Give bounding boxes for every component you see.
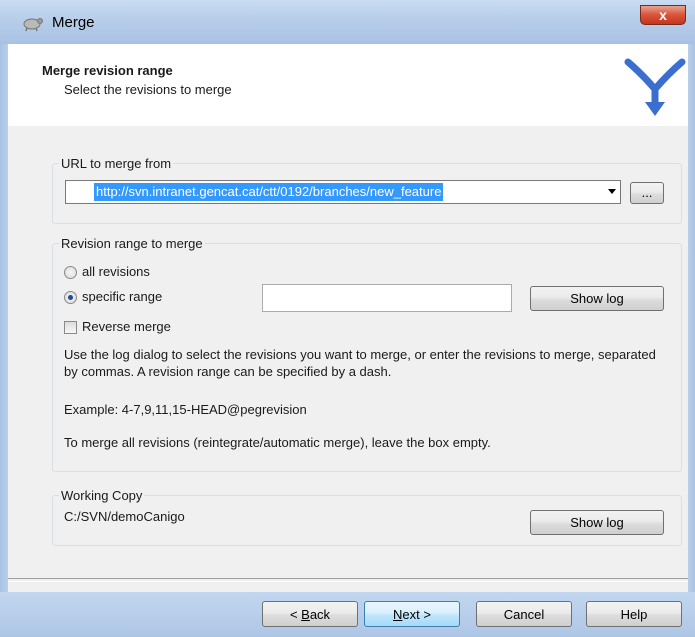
- help-text-example: Example: 4-7,9,11,15-HEAD@pegrevision: [64, 402, 307, 417]
- window-frame-right: [688, 44, 695, 637]
- footer-separator: [8, 578, 688, 582]
- next-button[interactable]: Next >: [364, 601, 460, 627]
- all-revisions-label[interactable]: all revisions: [82, 264, 150, 279]
- window-frame-left: [0, 44, 8, 637]
- working-copy-legend: Working Copy: [61, 488, 143, 503]
- help-button[interactable]: Help: [586, 601, 682, 627]
- all-revisions-radio[interactable]: [64, 266, 77, 279]
- next-button-accel: N: [393, 606, 403, 622]
- cancel-button[interactable]: Cancel: [476, 601, 572, 627]
- working-copy-path: C:/SVN/demoCanigo: [64, 509, 185, 524]
- close-button[interactable]: x: [640, 5, 686, 25]
- reverse-merge-label[interactable]: Reverse merge: [82, 319, 171, 334]
- merge-arrows-icon: [624, 58, 686, 116]
- show-log-button[interactable]: Show log: [530, 286, 664, 311]
- revision-range-legend: Revision range to merge: [61, 236, 203, 251]
- help-text-reintegrate: To merge all revisions (reintegrate/auto…: [64, 435, 491, 450]
- back-button-prefix: <: [289, 606, 302, 622]
- back-button-accel: B: [301, 606, 310, 622]
- wizard-header: Merge revision range Select the revision…: [8, 44, 688, 127]
- url-combobox[interactable]: http://svn.intranet.gencat.cat/ctt/0192/…: [65, 180, 621, 204]
- back-button[interactable]: < Back: [262, 601, 358, 627]
- window-title: Merge: [52, 14, 95, 31]
- page-title: Merge revision range: [42, 63, 173, 78]
- specific-range-label[interactable]: specific range: [82, 289, 162, 304]
- working-copy-show-log-button[interactable]: Show log: [530, 510, 664, 535]
- next-button-rest: ext >: [402, 606, 431, 622]
- help-text-instructions: Use the log dialog to select the revisio…: [64, 347, 656, 379]
- tortoisesvn-icon: [23, 18, 43, 32]
- revision-range-input[interactable]: [262, 284, 512, 312]
- page-subtitle: Select the revisions to merge: [64, 82, 232, 97]
- url-value: http://svn.intranet.gencat.cat/ctt/0192/…: [94, 183, 444, 201]
- close-icon: x: [659, 7, 667, 23]
- url-group-legend: URL to merge from: [61, 156, 172, 171]
- specific-range-radio[interactable]: [64, 291, 77, 304]
- browse-button[interactable]: ...: [630, 182, 664, 204]
- title-bar: Merge x: [0, 0, 695, 44]
- back-button-rest: ack: [309, 606, 331, 622]
- reverse-merge-checkbox[interactable]: [64, 321, 77, 334]
- chevron-down-icon[interactable]: [608, 189, 616, 194]
